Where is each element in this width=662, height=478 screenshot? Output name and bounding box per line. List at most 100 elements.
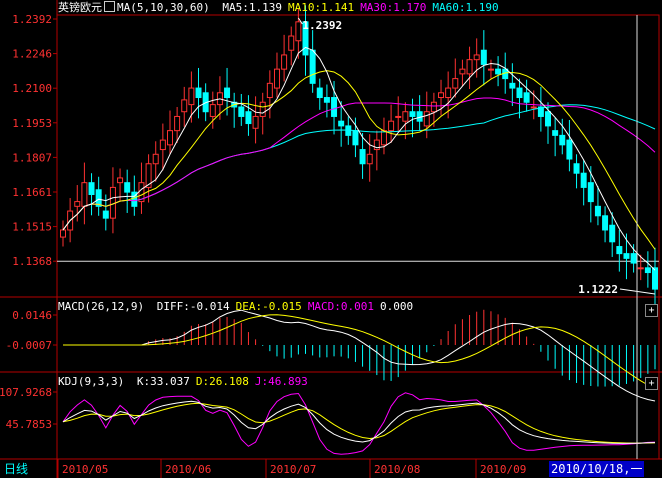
candle-up [637, 267, 644, 270]
candle-up [259, 101, 266, 117]
candle-up [430, 101, 437, 113]
candle-up [466, 59, 473, 75]
candle-down [316, 87, 323, 99]
expand-macd-panel-icon[interactable]: + [645, 377, 658, 390]
cursor-date-readout: 2010/10/18,一 [549, 461, 645, 477]
candle-up [74, 201, 81, 207]
candle-down [580, 172, 587, 188]
candle-down [331, 97, 338, 117]
ma10-line [62, 70, 656, 250]
candle-down [630, 253, 637, 264]
candle-down [238, 106, 245, 117]
macd-panel-header: MACD(26,12,9) DIFF:-0.014 DEA:-0.015 MACD:… [58, 299, 413, 315]
price-value-0: MA5:1.139 [222, 1, 282, 14]
period-tab-daily[interactable]: 日线 [4, 461, 28, 477]
candle-down [124, 182, 131, 193]
candle-up [152, 153, 159, 165]
j-line [62, 392, 656, 455]
price-tick-label: 1.1661 [12, 186, 52, 199]
candle-down [644, 267, 651, 274]
macd-tick-label: -0.0007 [6, 339, 52, 352]
candle-up [380, 130, 387, 146]
kdj-indicator-name: KDJ(9,3,3) [58, 375, 125, 388]
candle-up [487, 68, 494, 71]
candle-up [459, 68, 466, 75]
candle-up [181, 99, 188, 113]
macd-tick-label: 0.0146 [12, 309, 52, 322]
x-axis-label: 2010/05 [62, 463, 108, 476]
x-axis-label: 2010/08 [374, 463, 420, 476]
candle-up [81, 182, 88, 207]
candle-up [445, 87, 452, 99]
macd-value-3: 0.000 [380, 300, 414, 313]
candle-up [117, 177, 124, 184]
candle-up [473, 54, 480, 61]
candle-down [495, 68, 502, 75]
x-axis-label: 2010/09 [480, 463, 526, 476]
candle-up [288, 35, 295, 51]
candle-down [523, 92, 530, 103]
chart-stage[interactable]: 1.2392 1.2246 1.2100 1.1953 1.1807 1.1661 1.15… [0, 0, 662, 478]
price-tick-label: 1.1515 [12, 221, 52, 234]
candle-down [480, 49, 487, 65]
macd-value-1: DEA:-0.015 [235, 300, 302, 313]
price-tick-label: 1.1807 [12, 151, 52, 164]
candle-up [295, 21, 302, 42]
x-axis-label: 2010/07 [270, 463, 316, 476]
indicator-icon [104, 1, 115, 12]
candle-down [359, 149, 366, 165]
candle-up [252, 115, 259, 129]
candle-down [566, 139, 573, 160]
candle-down [338, 120, 345, 127]
max-price-label: 1.2392 [302, 19, 342, 32]
candle-down [587, 182, 594, 203]
ma5-line [62, 46, 656, 271]
candle-down [623, 253, 630, 259]
k-line [62, 400, 656, 444]
candle-up [174, 115, 181, 132]
price-tick-label: 1.1953 [12, 117, 52, 130]
price-value-1: MA10:1.141 [287, 1, 355, 14]
price-value-2: MA30:1.170 [360, 1, 427, 14]
candle-down [545, 111, 552, 127]
candle-down [323, 97, 330, 103]
macd-indicator-values: DIFF:-0.014 DEA:-0.015 MACD:0.001 0.000 [151, 300, 413, 313]
candle-up [266, 82, 273, 99]
price-indicator-values: MA5:1.139 MA10:1.141 MA30:1.170 MA60:1.190 [216, 1, 498, 14]
kdj-indicator-values: K:33.037 D:26.108 J:46.893 [131, 375, 308, 388]
expand-price-panel-icon[interactable]: + [645, 304, 658, 317]
kdj-tick-label: 107.9268 [0, 386, 52, 399]
candle-up [402, 111, 409, 122]
candle-up [159, 139, 166, 151]
price-indicator-name: MA(5,10,30,60) [117, 1, 210, 14]
kdj-value-0: K:33.037 [136, 375, 190, 388]
candle-up [366, 153, 373, 165]
candle-down [602, 215, 609, 231]
kdj-value-2: J:46.893 [254, 375, 308, 388]
kdj-value-1: D:26.108 [195, 375, 249, 388]
candle-up [166, 130, 173, 146]
candle-down [573, 163, 580, 174]
candle-up [452, 78, 459, 89]
candle-down [559, 134, 566, 146]
price-tick-label: 1.2392 [12, 13, 52, 26]
candle-up [188, 87, 195, 106]
price-tick-label: 1.1368 [12, 255, 52, 268]
macd-value-2: MACD:0.001 [307, 300, 375, 313]
candle-up [530, 106, 537, 109]
kdj-panel-header: KDJ(9,3,3) K:33.037 D:26.108 J:46.893 [58, 374, 308, 390]
candle-down [609, 224, 616, 243]
candle-down [616, 246, 623, 255]
candle-down [245, 111, 252, 125]
candle-down [195, 87, 202, 99]
candle-up [423, 111, 430, 127]
candle-down [352, 130, 359, 146]
candle-down [309, 49, 316, 84]
x-axis-label: 2010/06 [165, 463, 211, 476]
ma60-line [62, 104, 656, 231]
candle-down [516, 87, 523, 99]
candle-down [594, 205, 601, 217]
candle-down [88, 182, 95, 196]
ma30-line [62, 97, 656, 231]
candle-up [60, 229, 66, 238]
